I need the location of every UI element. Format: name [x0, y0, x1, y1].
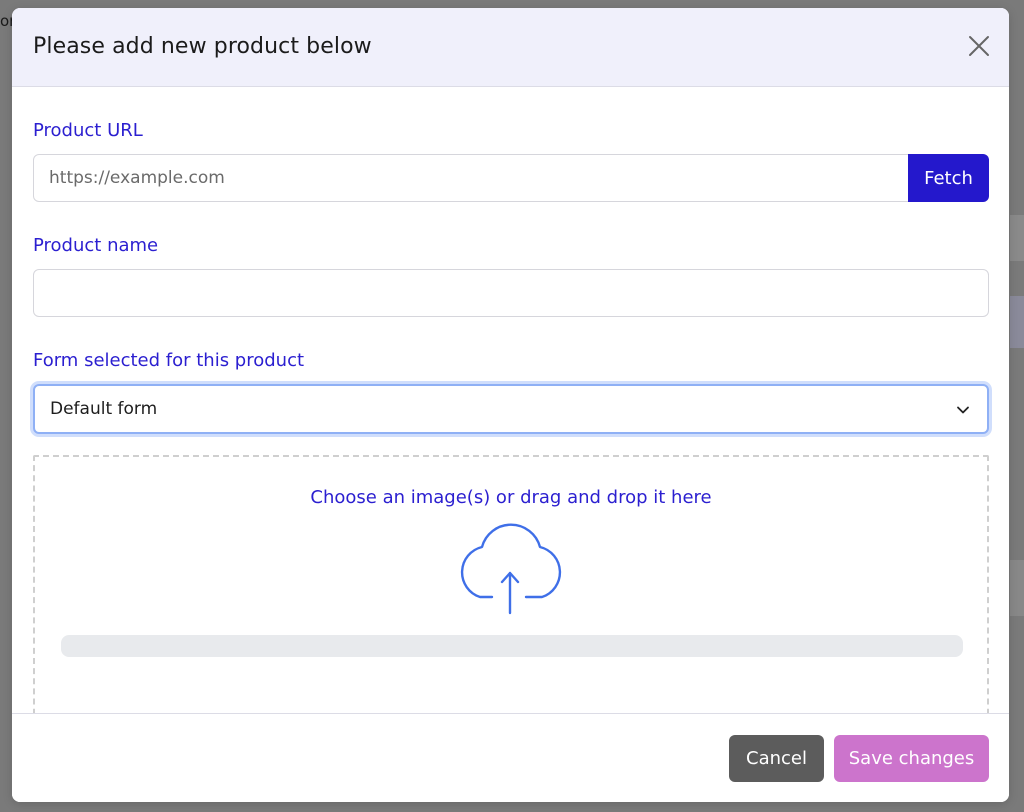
cancel-button[interactable]: Cancel: [729, 735, 824, 782]
upload-progress-bar: [61, 635, 963, 657]
close-icon[interactable]: [967, 34, 991, 58]
modal-header: Please add new product below: [12, 8, 1009, 87]
background-row: [1010, 560, 1024, 616]
image-dropzone[interactable]: Choose an image(s) or drag and drop it h…: [33, 455, 989, 713]
product-name-label: Product name: [33, 235, 159, 256]
background-row: [1010, 215, 1024, 261]
save-changes-button[interactable]: Save changes: [834, 735, 989, 782]
fetch-button[interactable]: Fetch: [908, 154, 989, 202]
form-select-label: Form selected for this product: [33, 350, 305, 371]
dropzone-text: Choose an image(s) or drag and drop it h…: [310, 487, 712, 508]
chevron-down-icon: [957, 406, 969, 414]
product-url-input[interactable]: [33, 154, 909, 202]
modal-body: Product URL Fetch Product name Form sele…: [12, 87, 1009, 713]
form-select-value: Default form: [50, 399, 158, 419]
product-name-input[interactable]: [33, 269, 989, 317]
cloud-upload-icon: [460, 523, 562, 615]
modal-title: Please add new product below: [33, 34, 372, 59]
add-product-modal: Please add new product below Product URL…: [12, 8, 1009, 802]
form-select[interactable]: Default form: [33, 384, 989, 434]
background-row: [1010, 296, 1024, 348]
product-url-label: Product URL: [33, 120, 143, 141]
modal-footer: Cancel Save changes: [12, 713, 1009, 802]
